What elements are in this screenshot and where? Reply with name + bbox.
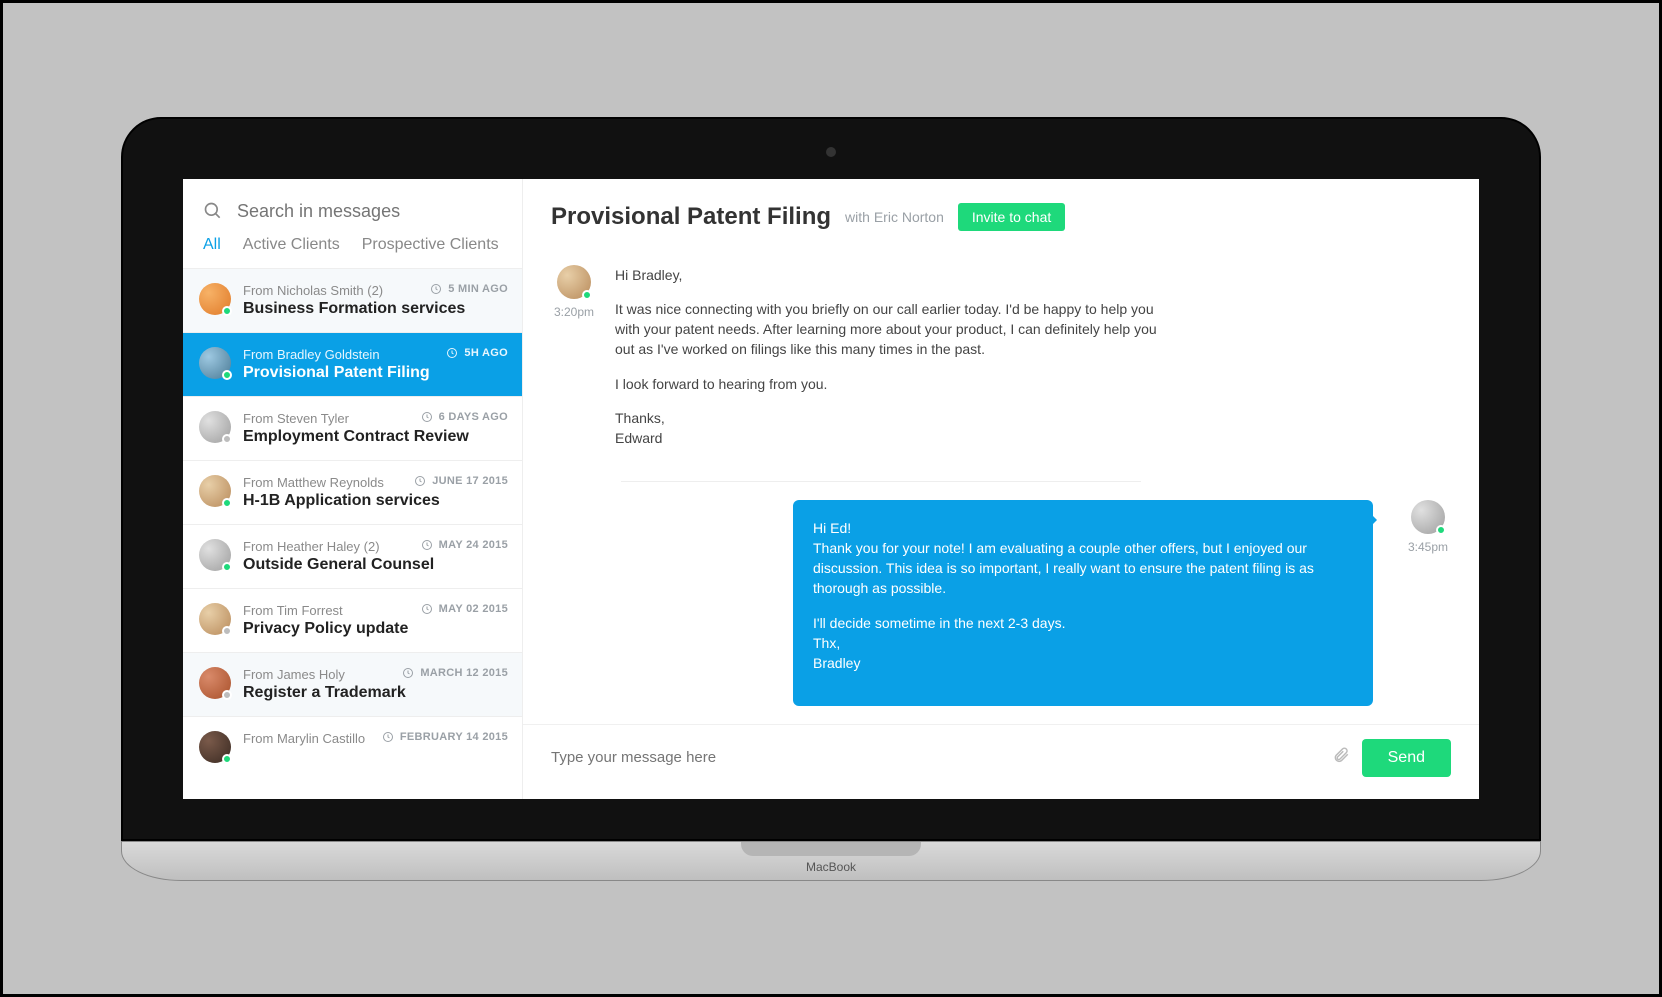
subject-line: H-1B Application services xyxy=(243,492,506,510)
conversation-list: From Nicholas Smith (2) Business Formati… xyxy=(183,268,522,799)
clock-icon xyxy=(430,283,442,295)
time-meta: MARCH 12 2015 xyxy=(402,667,508,679)
camera-dot xyxy=(826,147,836,157)
tab-active-clients[interactable]: Active Clients xyxy=(243,236,340,254)
conversation-header: Provisional Patent Filing with Eric Nort… xyxy=(523,179,1479,237)
message-list-panel: All Active Clients Prospective Clients F… xyxy=(183,179,523,799)
avatar xyxy=(199,667,231,699)
time-meta: FEBRUARY 14 2015 xyxy=(382,731,508,743)
message-thread: 3:20pm Hi Bradley, It was nice connectin… xyxy=(523,237,1479,724)
message-composer: Send xyxy=(523,724,1479,799)
conversation-title: Provisional Patent Filing xyxy=(551,203,831,231)
tab-prospective-clients[interactable]: Prospective Clients xyxy=(362,236,499,254)
search-input[interactable] xyxy=(237,201,502,222)
avatar xyxy=(199,539,231,571)
clock-icon xyxy=(421,539,433,551)
search-icon xyxy=(203,201,223,221)
subject-line: Register a Trademark xyxy=(243,684,506,702)
clock-icon xyxy=(402,667,414,679)
avatar xyxy=(199,731,231,763)
clock-icon xyxy=(446,347,458,359)
app-screen: All Active Clients Prospective Clients F… xyxy=(183,179,1479,799)
avatar xyxy=(557,265,591,299)
conversation-panel: Provisional Patent Filing with Eric Nort… xyxy=(523,179,1479,799)
subject-line: Provisional Patent Filing xyxy=(243,364,506,382)
time-meta: MAY 24 2015 xyxy=(421,539,508,551)
message-time: 3:45pm xyxy=(1405,540,1451,554)
list-item[interactable]: From Heather Haley (2) Outside General C… xyxy=(183,524,522,588)
search-row xyxy=(183,179,522,232)
composer-input[interactable] xyxy=(551,749,1320,766)
time-meta: JUNE 17 2015 xyxy=(414,475,508,487)
laptop-brand: MacBook xyxy=(806,860,856,874)
screen-bezel: All Active Clients Prospective Clients F… xyxy=(121,117,1541,841)
clock-icon xyxy=(421,603,433,615)
list-item[interactable]: From Tim Forrest Privacy Policy update M… xyxy=(183,588,522,652)
outgoing-message: Hi Ed!Thank you for your note! I am eval… xyxy=(551,500,1451,706)
send-button[interactable]: Send xyxy=(1362,739,1451,777)
list-item[interactable]: From Bradley Goldstein Provisional Paten… xyxy=(183,332,522,396)
message-bubble: Hi Ed!Thank you for your note! I am eval… xyxy=(793,500,1373,706)
list-item[interactable]: From Marylin Castillo FEBRUARY 14 2015 xyxy=(183,716,522,777)
list-item[interactable]: From Matthew Reynolds H-1B Application s… xyxy=(183,460,522,524)
message-body: Hi Bradley, It was nice connecting with … xyxy=(615,265,1175,463)
time-meta: 5H AGO xyxy=(446,347,508,359)
subject-line: Business Formation services xyxy=(243,300,506,318)
clock-icon xyxy=(421,411,433,423)
message-divider xyxy=(621,481,1141,482)
avatar xyxy=(199,603,231,635)
list-item[interactable]: From Steven Tyler Employment Contract Re… xyxy=(183,396,522,460)
time-meta: MAY 02 2015 xyxy=(421,603,508,615)
subject-line: Outside General Counsel xyxy=(243,556,506,574)
filter-tabs: All Active Clients Prospective Clients xyxy=(183,232,522,268)
message-time: 3:20pm xyxy=(551,305,597,319)
subject-line: Employment Contract Review xyxy=(243,428,506,446)
avatar xyxy=(199,283,231,315)
list-item[interactable]: From Nicholas Smith (2) Business Formati… xyxy=(183,268,522,332)
tab-all[interactable]: All xyxy=(203,236,221,254)
time-meta: 5 MIN AGO xyxy=(430,283,508,295)
conversation-with: with Eric Norton xyxy=(845,209,944,225)
laptop-frame: All Active Clients Prospective Clients F… xyxy=(121,117,1541,881)
avatar xyxy=(199,347,231,379)
time-meta: 6 DAYS AGO xyxy=(421,411,508,423)
invite-to-chat-button[interactable]: Invite to chat xyxy=(958,203,1065,231)
avatar xyxy=(199,475,231,507)
avatar xyxy=(199,411,231,443)
clock-icon xyxy=(414,475,426,487)
laptop-notch xyxy=(741,842,921,856)
attachment-icon[interactable] xyxy=(1332,746,1350,769)
avatar xyxy=(1411,500,1445,534)
subject-line: Privacy Policy update xyxy=(243,620,506,638)
list-item[interactable]: From James Holy Register a Trademark MAR… xyxy=(183,652,522,716)
incoming-message: 3:20pm Hi Bradley, It was nice connectin… xyxy=(551,265,1451,463)
clock-icon xyxy=(382,731,394,743)
laptop-base: MacBook xyxy=(121,841,1541,881)
